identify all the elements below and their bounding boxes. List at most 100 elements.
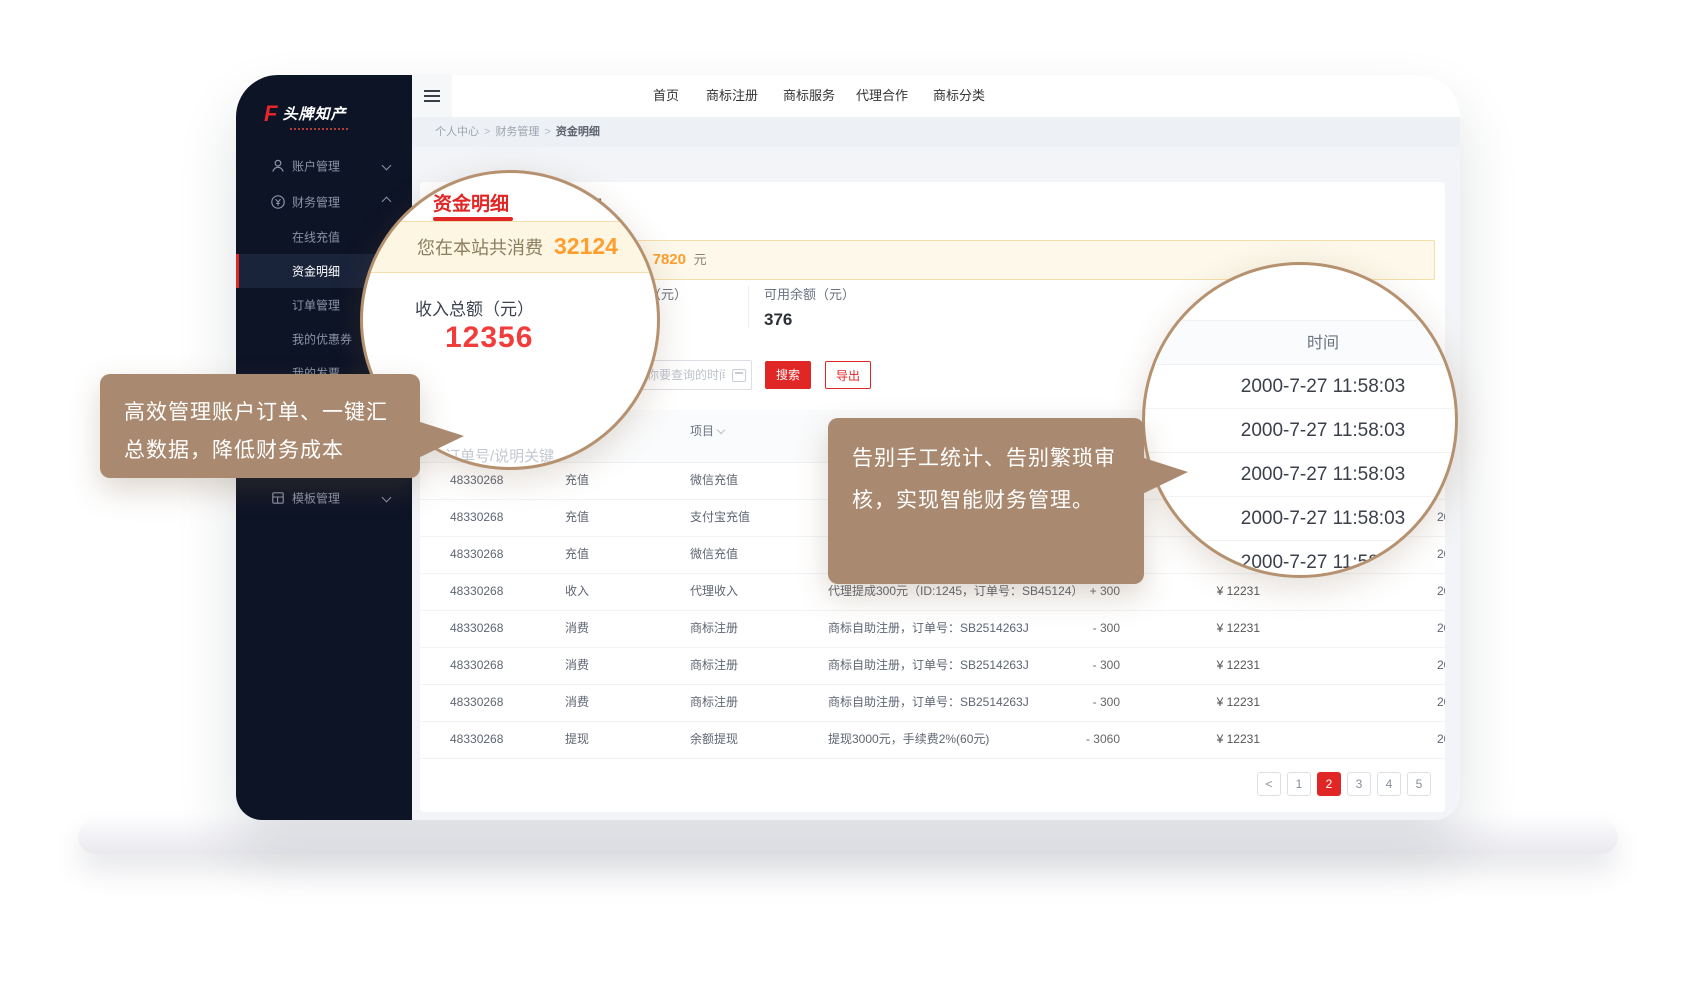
- pagination-prev-button[interactable]: <: [1257, 772, 1281, 796]
- callout-right-arrow: [1138, 456, 1188, 496]
- cell-order: 48330268: [450, 684, 503, 721]
- breadcrumb-item[interactable]: 个人中心: [435, 126, 479, 138]
- cell-order: 48330268: [450, 610, 503, 647]
- pagination-page-1[interactable]: 1: [1287, 772, 1311, 796]
- pagination-page-3[interactable]: 3: [1347, 772, 1371, 796]
- magnified-time-row: 2000-7-27 11:58:03: [1145, 409, 1455, 453]
- cell-project: 商标注册: [690, 647, 738, 684]
- pagination-page-5[interactable]: 5: [1407, 772, 1431, 796]
- stat-divider: [748, 286, 749, 328]
- magnified-income-value: 12356: [445, 321, 533, 355]
- export-button[interactable]: 导出: [825, 361, 871, 389]
- magnified-time-row: 2000-7-27 11:58:03: [1145, 497, 1455, 541]
- search-button[interactable]: 搜索: [765, 361, 811, 389]
- cell-project: 微信充值: [690, 462, 738, 499]
- magnified-active-tab: 资金明细: [433, 189, 509, 216]
- sidebar-group-财务管理[interactable]: 财务管理: [236, 184, 412, 220]
- cell-type: 提现: [565, 721, 589, 758]
- brand-logo-icon: F: [264, 104, 277, 124]
- nav-link-商标服务[interactable]: 商标服务: [783, 75, 835, 117]
- column-header-project[interactable]: 项目: [690, 422, 724, 439]
- cell-time: 2000-7-27 11:58:03: [1437, 647, 1445, 684]
- cell-balance: ¥ 12231: [1180, 684, 1260, 721]
- magnified-time-row-partial: 2000-7-27 11:58:03: [1145, 541, 1455, 578]
- cell-order: 48330268: [450, 647, 503, 684]
- callout-left: 高效管理账户订单、一键汇总数据，降低财务成本: [100, 374, 420, 478]
- cell-time: 2000-7-27 11:58:03: [1437, 721, 1445, 758]
- cell-project: 支付宝充值: [690, 499, 750, 536]
- cell-order: 48330268: [450, 499, 503, 536]
- table-row: 48330268消费商标注册商标自助注册，订单号：SB2514263J- 300…: [420, 684, 1445, 722]
- magnified-time-header: 时间: [1145, 320, 1455, 365]
- cell-type: 充值: [565, 462, 589, 499]
- callout-left-text: 高效管理账户订单、一键汇总数据，降低财务成本: [100, 374, 420, 490]
- breadcrumb-item[interactable]: 财务管理: [495, 126, 539, 138]
- cell-desc: 商标自助注册，订单号：SB2514263J: [828, 647, 1029, 684]
- stat-value: 376: [764, 310, 914, 330]
- topbar: 首页商标注册商标服务代理合作商标分类: [412, 75, 1460, 118]
- magnified-banner-prefix: 您在本站共消费: [417, 238, 543, 258]
- cell-order: 48330268: [450, 573, 503, 610]
- template-icon: [270, 490, 286, 506]
- callout-right: 告别手工统计、告别繁琐审核，实现智能财务管理。: [828, 418, 1144, 584]
- nav-link-商标注册[interactable]: 商标注册: [706, 75, 758, 117]
- nav-link-代理合作[interactable]: 代理合作: [856, 75, 908, 117]
- calendar-icon[interactable]: [732, 369, 746, 382]
- stat-label: 可用余额（元）: [764, 284, 914, 303]
- sidebar-group-账户管理[interactable]: 账户管理: [236, 148, 412, 184]
- sidebar-item-label: 订单管理: [292, 297, 340, 314]
- sidebar-item-label: 在线充值: [292, 229, 340, 246]
- callout-right-text: 告别手工统计、告别繁琐审核，实现智能财务管理。: [828, 418, 1144, 542]
- cell-amount: - 300: [1040, 684, 1120, 721]
- cell-project: 余额提现: [690, 721, 738, 758]
- sort-caret-icon: [717, 426, 725, 434]
- table-row: 48330268提现余额提现提现3000元，手续费2%(60元)- 3060¥ …: [420, 721, 1445, 759]
- magnifier-lens-right: 时间 2000-7-27 11:58:032000-7-27 11:58:032…: [1142, 262, 1458, 578]
- pagination-page-2[interactable]: 2: [1317, 772, 1341, 796]
- cell-order: 48330268: [450, 536, 503, 573]
- chevron-up-icon: [382, 197, 392, 207]
- cell-balance: ¥ 12231: [1180, 573, 1260, 610]
- table-row: 48330268消费商标注册商标自助注册，订单号：SB2514263J- 300…: [420, 610, 1445, 648]
- logo: F 头牌知产: [264, 103, 394, 130]
- cell-type: 消费: [565, 647, 589, 684]
- magnified-income-label: 收入总额（元）: [415, 295, 534, 320]
- cell-amount: - 300: [1040, 647, 1120, 684]
- cell-desc: 商标自助注册，订单号：SB2514263J: [828, 684, 1029, 721]
- cell-time: 2000-7-27 11:58:03: [1437, 610, 1445, 647]
- marketing-canvas: F 头牌知产 账户管理财务管理在线充值资金明细订单管理我的优惠券我的发票模板管理…: [0, 0, 1696, 1002]
- magnified-banner-amount: 32124: [554, 233, 618, 259]
- magnified-time-row: 2000-7-27 11:58:03: [1145, 453, 1455, 497]
- pagination-page-4[interactable]: 4: [1377, 772, 1401, 796]
- cell-desc: 提现3000元，手续费2%(60元): [828, 721, 989, 758]
- cell-type: 充值: [565, 536, 589, 573]
- cell-order: 48330268: [450, 721, 503, 758]
- table-row: 48330268 消费 商标注册 商标自助注册，订单号：SB2514263J - 300…: [420, 647, 1445, 685]
- cell-project: 微信充值: [690, 536, 738, 573]
- cell-type: 消费: [565, 684, 589, 721]
- laptop-base: [78, 820, 1618, 854]
- sidebar-item-label: 我的优惠券: [292, 331, 352, 348]
- cell-project: 代理收入: [690, 573, 738, 610]
- hamburger-menu-icon[interactable]: [412, 75, 452, 117]
- logo-tagline: [290, 128, 348, 130]
- breadcrumb-item: 资金明细: [556, 126, 600, 138]
- finance-icon: [270, 194, 286, 210]
- breadcrumb-bar: 个人中心>财务管理>资金明细: [412, 117, 1460, 147]
- banner-saved-amount: 7820: [653, 251, 686, 268]
- cell-type: 充值: [565, 499, 589, 536]
- magnified-time-row: 2000-7-27 11:58:03: [1145, 365, 1455, 409]
- cell-type: 收入: [565, 573, 589, 610]
- user-icon: [270, 158, 286, 174]
- sidebar-group-label: 模板管理: [292, 490, 340, 507]
- cell-amount: - 300: [1040, 610, 1120, 647]
- sidebar-item-label: 资金明细: [292, 263, 340, 280]
- sidebar-group-label: 财务管理: [292, 194, 340, 211]
- nav-link-首页[interactable]: 首页: [653, 75, 679, 117]
- breadcrumb: 个人中心>财务管理>资金明细: [435, 117, 600, 147]
- pagination: <12345: [1257, 772, 1431, 796]
- cell-balance: ¥ 12231: [1180, 610, 1260, 647]
- cell-balance: ¥ 12231: [1180, 647, 1260, 684]
- nav-link-商标分类[interactable]: 商标分类: [933, 75, 985, 117]
- banner-unit: 元: [694, 252, 707, 267]
